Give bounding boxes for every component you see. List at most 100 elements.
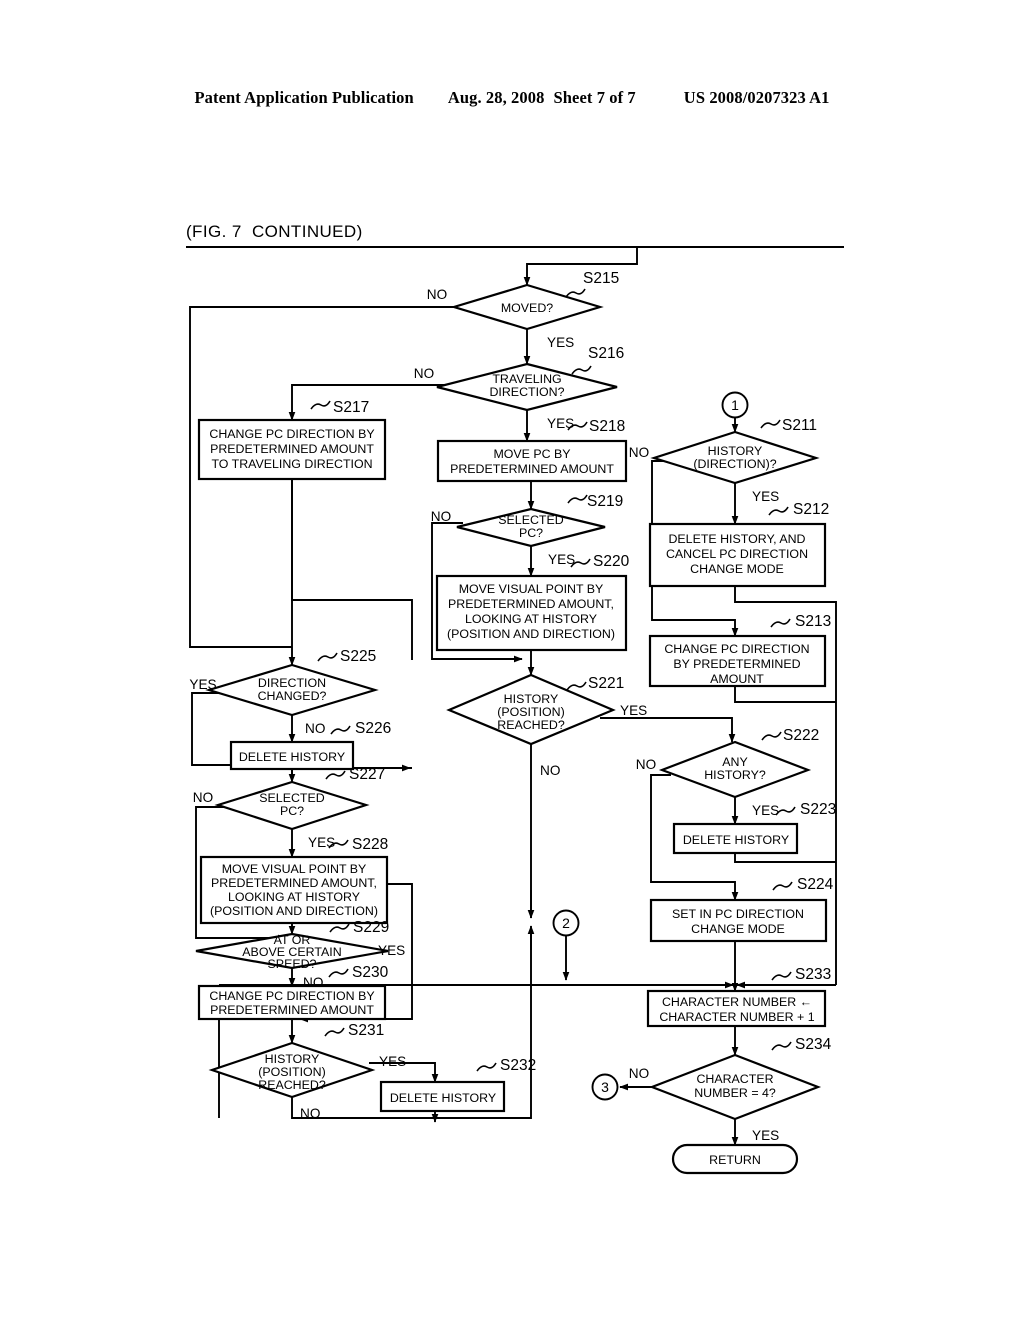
node-s230-step: S230: [352, 964, 389, 981]
node-s228-step: S228: [352, 836, 388, 853]
node-s211-line-0: HISTORY: [708, 444, 763, 458]
node-s234-step: S234: [795, 1036, 832, 1053]
node-s220-line-2: LOOKING AT HISTORY: [465, 612, 597, 626]
node-s212-line-1: CANCEL PC DIRECTION: [666, 547, 808, 561]
node-s227-step: S227: [349, 766, 385, 783]
node-s215-line-0: MOVED?: [501, 301, 553, 315]
node-s216-step: S216: [588, 345, 624, 362]
node-s221-step: S221: [588, 675, 624, 692]
node-s211-step: S211: [782, 417, 817, 434]
connector-3: 3: [591, 1073, 619, 1101]
node-s219-step: S219: [587, 493, 623, 510]
node-s224-line-1: CHANGE MODE: [691, 922, 785, 936]
node-s231-line-0: HISTORY: [265, 1052, 320, 1066]
node-s228-line-2: LOOKING AT HISTORY: [228, 890, 360, 904]
node-s222-step: S222: [783, 727, 819, 744]
node-s220-line-1: PREDETERMINED AMOUNT,: [448, 597, 614, 611]
node-s222: ANY HISTORY? S222 NO YES: [636, 727, 819, 818]
node-s218-line-1: PREDETERMINED AMOUNT: [450, 462, 614, 476]
node-s229-step: S229: [353, 919, 389, 936]
node-s221-line-0: HISTORY: [504, 692, 559, 706]
node-s219-line-0: SELECTED: [498, 513, 563, 527]
node-s220-line-0: MOVE VISUAL POINT BY: [459, 582, 604, 596]
node-s227-line-0: SELECTED: [259, 791, 324, 805]
node-s216-yes-label: YES: [547, 416, 574, 431]
node-s233-step: S233: [795, 966, 831, 983]
node-s211-no-label: NO: [629, 445, 649, 460]
node-s225-no-label: NO: [305, 721, 325, 736]
node-s225-yes-label: YES: [189, 677, 216, 692]
node-s231-line-2: REACHED?: [258, 1078, 326, 1092]
node-s212: DELETE HISTORY, AND CANCEL PC DIRECTION …: [648, 501, 829, 588]
node-s229-line-2: SPEED?: [268, 957, 317, 971]
node-s217-line-0: CHANGE PC DIRECTION BY: [209, 427, 374, 441]
node-s230-line-1: PREDETERMINED AMOUNT: [210, 1003, 374, 1017]
node-s225-line-1: CHANGED?: [258, 689, 327, 703]
connector-2-label: 2: [562, 915, 570, 931]
patent-figure-page: Patent Application Publication Aug. 28, …: [0, 0, 1024, 1320]
node-s234-line-0: CHARACTER: [696, 1072, 773, 1086]
node-s221: HISTORY (POSITION) REACHED? S221 YES NO: [446, 673, 647, 778]
node-s226-line-0: DELETE HISTORY: [239, 750, 345, 764]
node-s212-step: S212: [793, 501, 829, 518]
node-s232-step: S232: [500, 1057, 536, 1074]
node-s224-line-0: SET IN PC DIRECTION: [672, 907, 804, 921]
node-s217-step: S217: [333, 399, 369, 416]
node-s221-no-label: NO: [540, 763, 560, 778]
node-s217-line-2: TO TRAVELING DIRECTION: [211, 457, 372, 471]
node-s216-line-0: TRAVELING: [492, 372, 561, 386]
node-s213: CHANGE PC DIRECTION BY PREDETERMINED AMO…: [648, 613, 831, 688]
flowchart-canvas: MOVED? S215 NO YES TRAVELING DIRECTION? …: [186, 246, 844, 1175]
node-s231-yes-label: YES: [379, 1054, 406, 1069]
node-s225: DIRECTION CHANGED? S225 YES NO: [189, 648, 379, 736]
node-s213-line-0: CHANGE PC DIRECTION: [664, 642, 809, 656]
node-s222-line-1: HISTORY?: [704, 768, 766, 782]
node-s215: MOVED? S215 NO YES: [427, 270, 619, 350]
node-s231-no-label: NO: [300, 1106, 320, 1121]
node-s218: MOVE PC BY PREDETERMINED AMOUNT S218: [436, 418, 628, 483]
node-s224-step: S224: [797, 876, 834, 893]
connector-3-label: 3: [601, 1079, 609, 1095]
node-s220-step: S220: [593, 553, 630, 570]
node-s219-line-1: PC?: [519, 526, 543, 540]
node-s216-no-label: NO: [414, 366, 434, 381]
node-s230: CHANGE PC DIRECTION BY PREDETERMINED AMO…: [197, 964, 389, 1021]
node-s213-line-2: AMOUNT: [710, 672, 764, 686]
node-s225-line-0: DIRECTION: [258, 676, 326, 690]
return-label: RETURN: [709, 1153, 761, 1167]
node-s215-yes-label: YES: [547, 335, 574, 350]
node-s225-step: S225: [340, 648, 376, 665]
node-s219-no-label: NO: [431, 509, 451, 524]
node-s223-step: S223: [800, 801, 836, 818]
node-s212-line-2: CHANGE MODE: [690, 562, 784, 576]
node-s221-line-1: (POSITION): [497, 705, 564, 719]
node-s222-line-0: ANY: [722, 755, 747, 769]
node-s223-line-0: DELETE HISTORY: [683, 833, 789, 847]
node-s226-step: S226: [355, 720, 391, 737]
node-s228-line-3: (POSITION AND DIRECTION): [210, 904, 378, 918]
node-s228-line-1: PREDETERMINED AMOUNT,: [211, 876, 377, 890]
node-return: RETURN: [671, 1143, 799, 1175]
node-s233-line-0: CHARACTER NUMBER ←: [662, 995, 812, 1009]
node-s234-yes-label: YES: [752, 1128, 779, 1143]
node-s218-step: S218: [589, 418, 625, 435]
node-s215-step: S215: [583, 270, 619, 287]
node-s234-no-label: NO: [629, 1066, 649, 1081]
node-s230-line-0: CHANGE PC DIRECTION BY: [209, 989, 374, 1003]
node-s233: CHARACTER NUMBER ← CHARACTER NUMBER + 1 …: [646, 966, 831, 1028]
node-s222-yes-label: YES: [752, 803, 779, 818]
node-s233-line-1: CHARACTER NUMBER + 1: [659, 1010, 814, 1024]
node-s219-yes-label: YES: [548, 552, 575, 567]
node-s231: HISTORY (POSITION) REACHED? S231 YES NO: [208, 1022, 406, 1121]
node-s221-yes-label: YES: [620, 703, 647, 718]
node-s220-line-3: (POSITION AND DIRECTION): [447, 627, 615, 641]
node-s221-line-2: REACHED?: [497, 718, 565, 732]
node-s215-no-label: NO: [427, 287, 447, 302]
node-s222-no-label: NO: [636, 757, 656, 772]
node-s228: MOVE VISUAL POINT BY PREDETERMINED AMOUN…: [199, 836, 388, 925]
node-s220: MOVE VISUAL POINT BY PREDETERMINED AMOUN…: [435, 553, 630, 652]
node-s229-yes-label: YES: [378, 943, 405, 958]
node-s216-line-1: DIRECTION?: [489, 385, 564, 399]
node-s213-line-1: BY PREDETERMINED: [673, 657, 800, 671]
node-s218-line-0: MOVE PC BY: [493, 447, 570, 461]
